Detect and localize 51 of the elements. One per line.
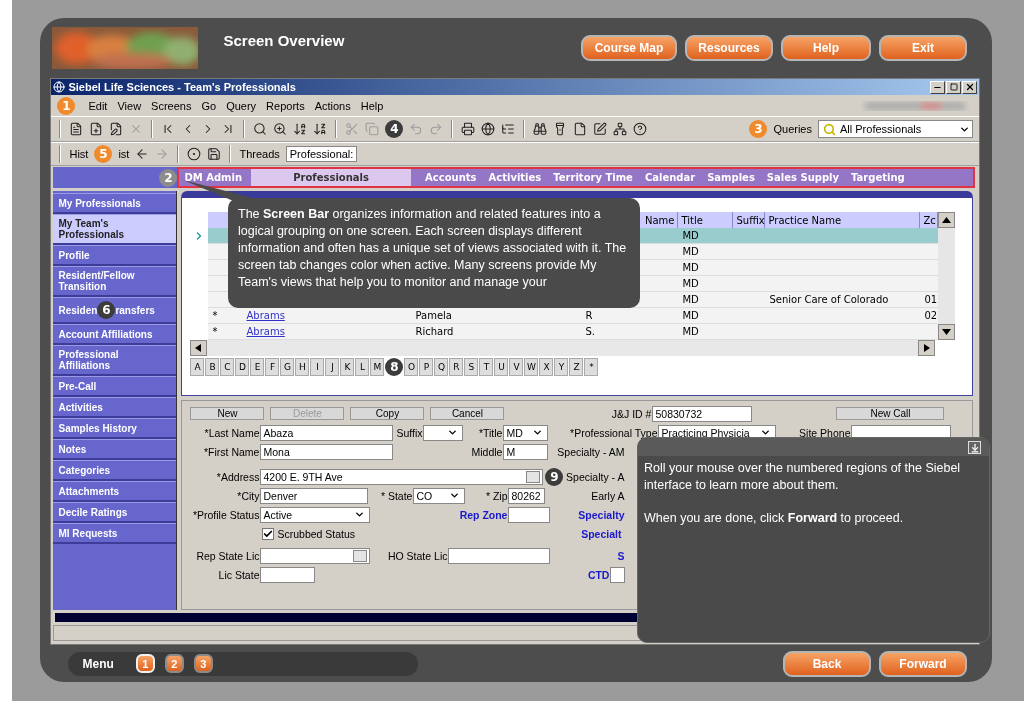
table-cell: MD (682, 326, 699, 337)
window-title: Siebel Life Sciences - Team's Professionals (68, 81, 296, 93)
table-cell: S. (585, 326, 595, 337)
table-cell: 01 (924, 294, 938, 305)
field-label: Specialty - AM (556, 445, 626, 458)
table-cell: Richard (415, 326, 454, 337)
table-cell: 02 (924, 310, 938, 321)
table-cell: MD (682, 310, 699, 321)
table-cell: MD (682, 230, 699, 241)
field-label: S (616, 549, 626, 562)
field-label: *City (236, 489, 261, 502)
menu-label: Menu (82, 656, 114, 671)
field-label: Site Phone (798, 426, 852, 439)
history-label: ist (118, 148, 130, 160)
field-label: Rep Zone (458, 508, 509, 521)
table-cell: MD (682, 294, 699, 305)
field-label: Rep State Lic (195, 549, 261, 562)
field-label: Early A (590, 489, 626, 502)
field-label: Specialt (580, 527, 623, 540)
field-label: Lic State (217, 568, 261, 581)
screen-bar-tooltip: The Screen Bar organizes information and related features into a logical grouping on one screen. Each screen displays different information and often has a unique set of views associated with it. The screen tab changes color when active. Many screens provide My Team's views that help you to monitor and manage your (228, 198, 640, 308)
field-label: HO State Lic (386, 549, 449, 562)
new-record-marker: * (212, 310, 218, 321)
info-text: When you are done, click Forward to proceed. (644, 510, 905, 527)
history-label: Hist (69, 148, 89, 160)
field-label: Suffix (395, 426, 424, 439)
table-cell: Pamela (415, 310, 452, 321)
threads-label: Threads (239, 148, 280, 160)
field-label: * State (379, 489, 414, 502)
field-label: *Title (477, 426, 504, 439)
field-label: *Profile Status (191, 508, 261, 521)
field-label: Middle (470, 445, 504, 458)
queries-label: Queries (773, 123, 812, 135)
field-label: *Professional Type (569, 426, 659, 439)
field-label: * Zip (484, 489, 509, 502)
table-cell: MD (682, 246, 699, 257)
table-cell: MD (682, 262, 699, 273)
field-label: *First Name (203, 445, 261, 458)
field-label: *Address (215, 470, 261, 483)
new-record-marker: * (212, 326, 218, 337)
table-cell: R (585, 310, 593, 321)
field-label: Specialty - A (565, 470, 626, 483)
table-cell: MD (682, 278, 699, 289)
info-text: Roll your mouse over the numbered regions of the Siebel interface to learn more about them. (644, 460, 962, 494)
table-cell: Senior Care of Colorado (769, 294, 889, 305)
field-label: Specialty (577, 508, 626, 521)
field-label: *Last Name (203, 426, 261, 439)
field-label: J&J ID # (610, 407, 653, 420)
screen-title: Screen Overview (223, 32, 345, 49)
checkbox-label: Scrubbed Status (277, 527, 356, 540)
field-label: CTD (586, 568, 611, 581)
